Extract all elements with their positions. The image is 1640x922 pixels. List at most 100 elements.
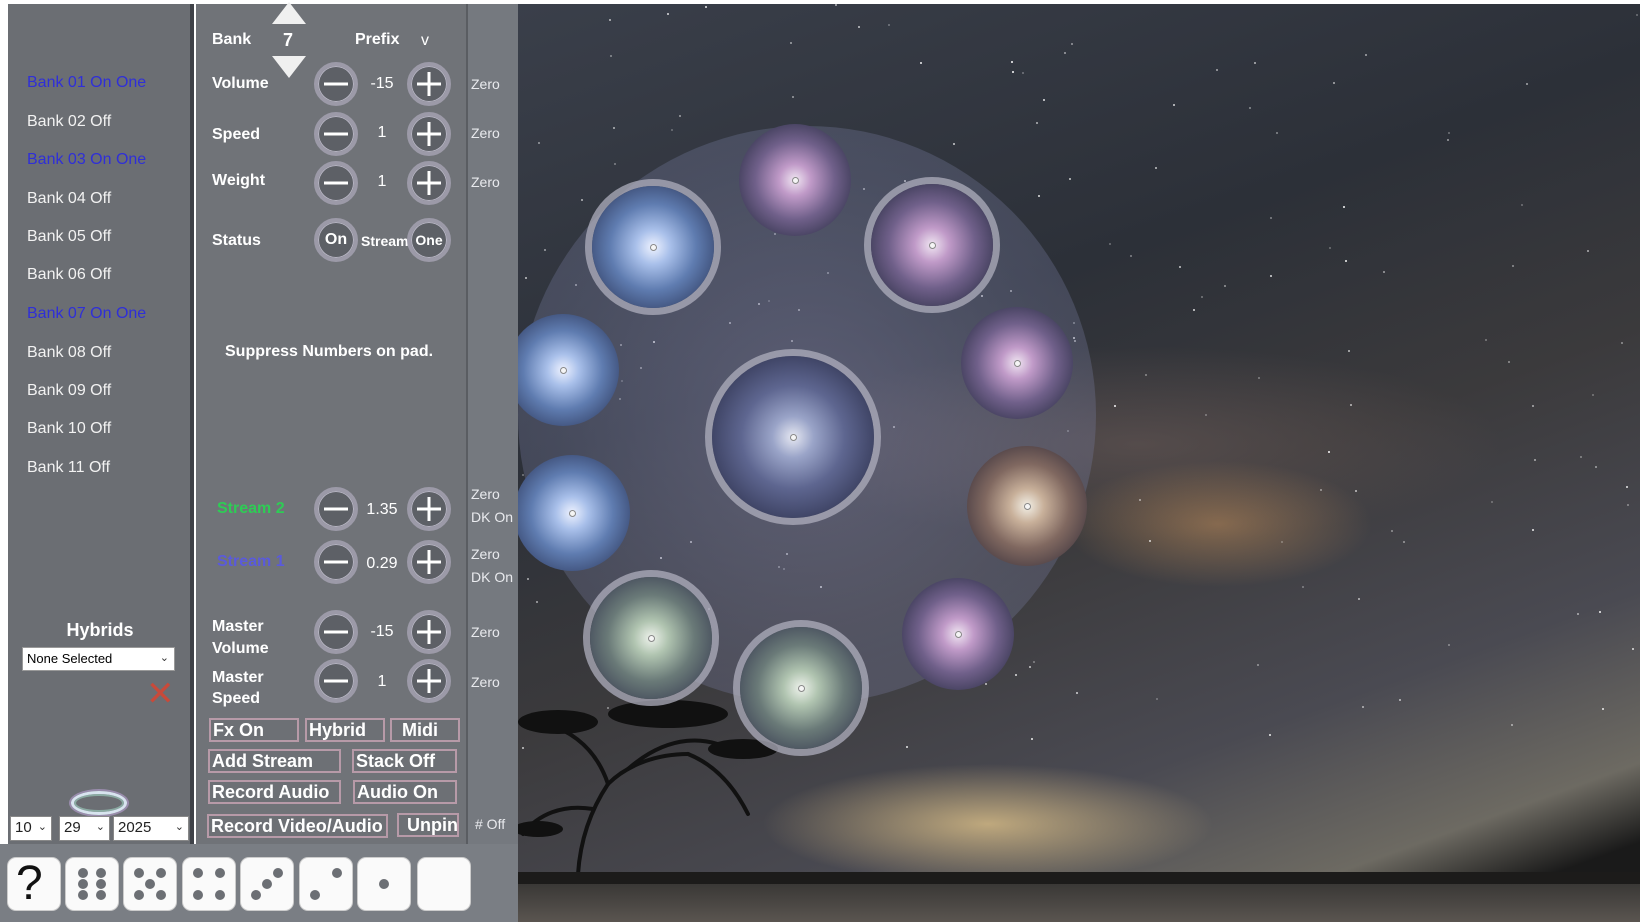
hash-off-toggle[interactable]: # Off [475,816,505,832]
stack-button[interactable]: Stack Off [352,749,457,773]
die-4-button[interactable] [183,858,235,910]
fx-button[interactable]: Fx On [209,718,299,742]
bank-item[interactable]: Bank 02 Off [27,113,111,131]
speed-minus-button[interactable] [314,112,358,156]
die-pip [156,890,166,900]
status-on-button[interactable]: On [314,218,358,262]
oval-toggle[interactable] [71,791,127,815]
sound-pad[interactable] [902,578,1014,690]
hybrid-button[interactable]: Hybrid [305,718,385,742]
die-3-button[interactable] [241,858,293,910]
hybrids-select[interactable]: None Selected ⌄ [22,647,175,671]
star [1076,692,1078,694]
volume-plus-button[interactable] [407,62,451,106]
weight-plus-button[interactable] [407,161,451,205]
stream-2-label: Stream 2 [217,500,285,517]
bank-item[interactable]: Bank 11 Off [27,459,110,477]
prefix-value[interactable]: v [421,32,429,50]
bank-item[interactable]: Bank 06 Off [27,266,111,284]
star [1595,466,1597,468]
die-pip [134,890,144,900]
bank-item[interactable]: Bank 05 Off [27,228,111,246]
star [1139,499,1141,501]
sound-pad[interactable] [583,570,719,706]
add-stream-button[interactable]: Add Stream [208,749,341,773]
sound-pad[interactable] [739,124,851,236]
die-1-button[interactable] [358,858,410,910]
sound-pad[interactable] [705,349,881,525]
stream-2-minus-button[interactable] [314,487,358,531]
audio-button[interactable]: Audio On [353,780,457,804]
bank-item[interactable]: Bank 09 Off [27,382,111,400]
sound-pad[interactable] [961,307,1073,419]
sound-pad[interactable] [733,620,869,756]
record-audio-button[interactable]: Record Audio [208,780,341,804]
weight-minus-button[interactable] [314,161,358,205]
pad-core [740,627,862,749]
sound-pad[interactable] [864,177,1000,313]
die-pip [310,890,320,900]
midi-button[interactable]: Midi [390,718,460,742]
sound-pad[interactable] [585,179,721,315]
bank-item[interactable]: Bank 07 On One [27,305,146,323]
volume-minus-button[interactable] [314,62,358,106]
stream-2-zero-link[interactable]: Zero [471,486,500,502]
stream-2-plus-button[interactable] [407,487,451,531]
speed-plus-button[interactable] [407,112,451,156]
weight-zero-link[interactable]: Zero [471,174,500,190]
sound-pad[interactable] [967,446,1087,566]
status-one-button[interactable]: One [407,218,451,262]
bank-item[interactable]: Bank 01 On One [27,74,146,92]
volume-zero-link[interactable]: Zero [471,76,500,92]
suppress-numbers-toggle[interactable]: Suppress Numbers on pad. [225,343,433,361]
pad-center-dot [928,241,936,249]
help-die-button[interactable]: ? [8,858,60,910]
die-2-button[interactable] [300,858,352,910]
chevron-down-icon: ⌄ [37,821,47,833]
master-volume-minus-button[interactable] [314,610,358,654]
die-5-button[interactable] [124,858,176,910]
sound-pad[interactable] [507,314,619,426]
star [609,19,611,21]
master-speed-minus-button[interactable] [314,659,358,703]
master-volume-plus-button[interactable] [407,610,451,654]
master-speed-plus-button[interactable] [407,659,451,703]
die-pip [96,879,106,889]
master-volume-value: -15 [370,623,394,640]
star [1258,377,1260,379]
bank-item[interactable]: Bank 08 Off [27,344,111,362]
master-volume-zero-link[interactable]: Zero [471,624,500,640]
close-icon[interactable]: ✕ [146,677,175,711]
star [985,683,987,685]
star [1155,167,1157,169]
record-video-audio-button[interactable]: Record Video/Audio [207,814,388,838]
die-0-button[interactable] [418,858,470,910]
star [1599,611,1601,613]
bank-item[interactable]: Bank 04 Off [27,190,111,208]
shoreline [518,872,1640,884]
star [1071,43,1073,45]
day-select[interactable]: 29 ⌄ [59,816,110,841]
year-select[interactable]: 2025 ⌄ [113,816,189,841]
bank-up-arrow-icon[interactable] [272,2,306,24]
stream-1-minus-button[interactable] [314,540,358,584]
sound-pad[interactable] [514,455,630,571]
die-pip [96,890,106,900]
pad-core [739,124,851,236]
unpin-button[interactable]: Unpin [397,813,459,837]
pad-core [961,307,1073,419]
bank-item[interactable]: Bank 03 On One [27,151,146,169]
speed-zero-link[interactable]: Zero [471,125,500,141]
pad-center-dot [568,509,576,517]
bank-down-arrow-icon[interactable] [272,56,306,78]
stream-1-zero-link[interactable]: Zero [471,546,500,562]
month-select[interactable]: 10 ⌄ [10,816,52,841]
stream-1-plus-button[interactable] [407,540,451,584]
plus-icon [417,72,441,96]
master-speed-zero-link[interactable]: Zero [471,674,500,690]
star [1069,178,1071,180]
stream-1-dk-toggle[interactable]: DK On [471,569,513,585]
bank-item[interactable]: Bank 10 Off [27,420,111,438]
die-6-button[interactable] [66,858,118,910]
stream-2-dk-toggle[interactable]: DK On [471,509,513,525]
